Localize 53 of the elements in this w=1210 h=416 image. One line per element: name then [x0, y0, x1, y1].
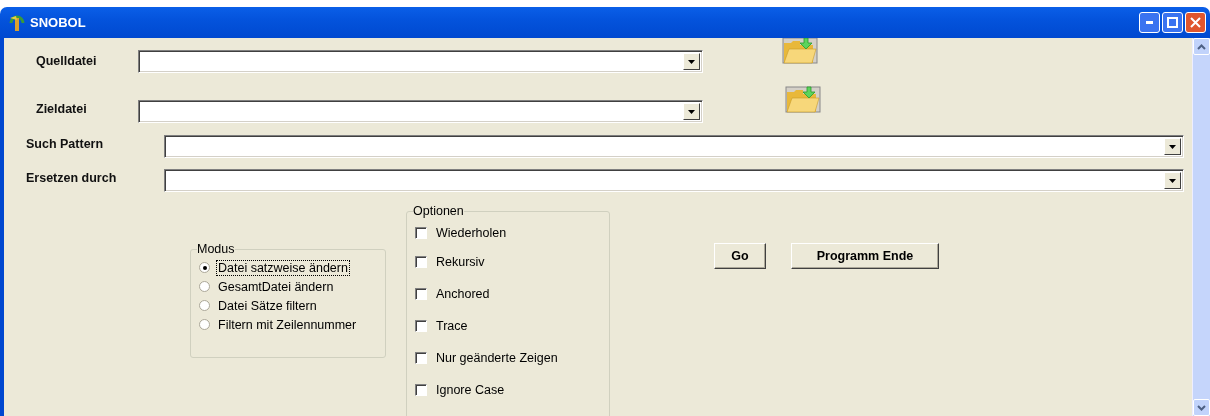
- radio-button[interactable]: [199, 281, 210, 292]
- close-icon: [1190, 17, 1201, 28]
- caret-icon: [1169, 144, 1176, 149]
- minimize-icon: [1146, 21, 1153, 24]
- radio-button[interactable]: [199, 262, 210, 273]
- field-label: Ersetzen durch: [26, 171, 118, 185]
- radio-label[interactable]: Datei satzweise ändern: [216, 259, 350, 276]
- scroll-up-button[interactable]: [1193, 38, 1210, 55]
- dropdown-field[interactable]: [164, 135, 1184, 158]
- maximize-button[interactable]: [1162, 12, 1183, 33]
- maximize-icon: [1167, 17, 1178, 28]
- group-title: Optionen: [413, 204, 464, 218]
- checkbox[interactable]: [415, 288, 427, 300]
- scrollbar[interactable]: [1192, 38, 1210, 416]
- checkbox-label[interactable]: Anchored: [434, 286, 492, 302]
- checkbox[interactable]: [415, 227, 427, 239]
- caret-icon: [688, 109, 695, 114]
- checkbox[interactable]: [415, 256, 427, 268]
- scroll-down-button[interactable]: [1193, 399, 1210, 416]
- checkbox[interactable]: [415, 320, 427, 332]
- dropdown-field[interactable]: [138, 100, 703, 123]
- minimize-button[interactable]: [1139, 12, 1160, 33]
- go-button[interactable]: Go: [714, 243, 766, 269]
- close-button[interactable]: [1185, 12, 1206, 33]
- chevron-down-icon: [1197, 404, 1206, 411]
- dropdown-button[interactable]: [683, 53, 700, 70]
- radio-button[interactable]: [199, 319, 210, 330]
- radio-label[interactable]: GesamtDatei ändern: [216, 278, 336, 295]
- checkbox-label[interactable]: Trace: [434, 318, 470, 334]
- field-label: Such Pattern: [26, 137, 105, 151]
- checkbox-label[interactable]: Rekursiv: [434, 254, 487, 270]
- checkbox-label[interactable]: Nur geänderte Zeigen: [434, 350, 560, 366]
- field-label: Zieldatei: [36, 102, 88, 116]
- app-icon: [8, 13, 26, 32]
- checkbox-label[interactable]: Ignore Case: [434, 382, 507, 398]
- exit-button[interactable]: Programm Ende: [791, 243, 939, 269]
- checkbox[interactable]: [415, 384, 427, 396]
- radio-label[interactable]: Datei Sätze filtern: [216, 297, 319, 314]
- dropdown-button[interactable]: [1164, 172, 1181, 189]
- dropdown-field[interactable]: [138, 50, 703, 73]
- radio-label[interactable]: Filtern mit Zeilennummer: [216, 316, 359, 333]
- dropdown-button[interactable]: [683, 103, 700, 120]
- window-title: SNOBOL: [30, 15, 87, 30]
- checkbox[interactable]: [415, 352, 427, 364]
- group-title: Modus: [197, 242, 235, 256]
- checkbox-label[interactable]: Wiederholen: [434, 225, 509, 241]
- radio-button[interactable]: [199, 300, 210, 311]
- field-label: Quelldatei: [36, 54, 98, 68]
- dropdown-button[interactable]: [1164, 138, 1181, 155]
- caret-icon: [1169, 178, 1176, 183]
- dropdown-field[interactable]: [164, 169, 1184, 192]
- caret-icon: [688, 59, 695, 64]
- chevron-up-icon: [1197, 43, 1206, 50]
